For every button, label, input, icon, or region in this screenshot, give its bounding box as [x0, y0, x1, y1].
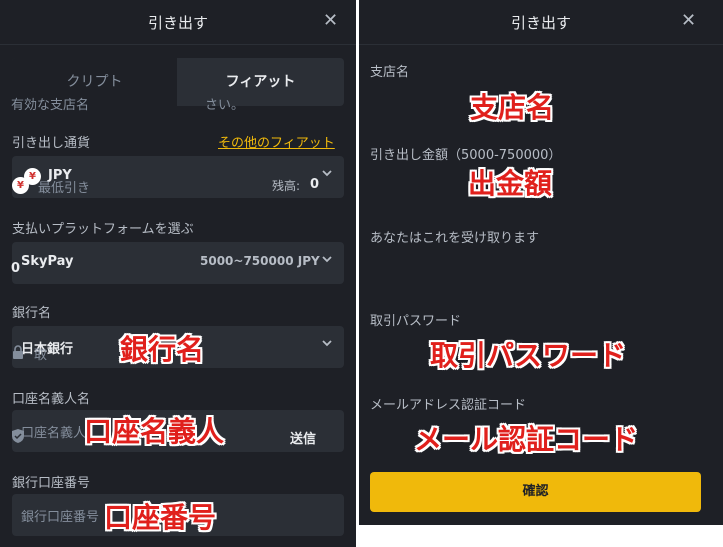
holder-label: 口座名義人名: [12, 392, 91, 407]
yen-icon: ¥: [12, 177, 29, 194]
panel-title: 引き出す: [147, 14, 208, 32]
balance-value: 0: [310, 177, 320, 192]
close-icon[interactable]: ✕: [323, 10, 338, 31]
shield-check-icon: [12, 429, 24, 443]
account-placeholder: 銀行口座番号: [21, 510, 100, 525]
annotation-branch: 支店名: [470, 91, 555, 124]
password-label: 取引パスワード: [370, 314, 462, 329]
branch-label: 支店名: [370, 65, 410, 80]
branch-placeholder: 有効な支店名: [11, 98, 90, 113]
annotation-amount: 出金額: [468, 167, 553, 200]
holder-placeholder: 口座名義人: [21, 426, 87, 441]
platform-range: 5000~750000 JPY: [200, 254, 320, 268]
panel-header: 引き出す ✕: [0, 0, 356, 45]
annotation-email-code: メール認証コード: [414, 423, 639, 456]
lock-icon: [13, 345, 23, 359]
confirm-button[interactable]: 確認: [370, 472, 701, 512]
chevron-down-icon: [322, 170, 332, 177]
send-code-button[interactable]: 送信: [290, 428, 316, 447]
annotation-holder: 口座名義人: [84, 415, 225, 448]
platform-label: 支払いプラットフォームを選ぶ: [12, 222, 194, 237]
panel-header: 引き出す ✕: [359, 0, 723, 45]
receive-label: あなたはこれを受け取ります: [370, 231, 540, 246]
platform-select[interactable]: SkyPay 5000~750000 JPY: [12, 242, 344, 284]
account-label: 銀行口座番号: [12, 476, 91, 491]
email-code-label: メールアドレス認証コード: [370, 398, 527, 413]
platform-name: SkyPay: [21, 254, 74, 269]
annotation-password: 取引パスワード: [430, 339, 627, 372]
receive-value: 0: [11, 261, 21, 276]
password-placeholder: 取: [34, 348, 48, 363]
branch-placeholder-tail: さい。: [205, 98, 245, 113]
tab-fiat[interactable]: フィアット: [177, 58, 344, 106]
annotation-account: 口座番号: [104, 501, 217, 534]
chevron-down-icon: [322, 256, 332, 263]
amount-placeholder: 最低引き: [38, 181, 91, 196]
withdraw-fiat-panel: 引き出す ✕ クリプト フィアット 引き出し通貨 その他のフィアット ¥ JPY…: [0, 0, 356, 547]
currency-label: 引き出し通貨: [12, 136, 91, 151]
chevron-down-icon: [322, 340, 332, 347]
annotation-bank: 銀行名: [120, 333, 205, 366]
close-icon[interactable]: ✕: [681, 10, 696, 31]
amount-label: 引き出し金額（5000-750000）: [370, 148, 562, 163]
balance-label: 残高:: [272, 179, 301, 193]
other-fiat-link[interactable]: その他のフィアット: [218, 132, 335, 151]
panel-title: 引き出す: [510, 14, 571, 32]
bank-label: 銀行名: [12, 306, 52, 321]
